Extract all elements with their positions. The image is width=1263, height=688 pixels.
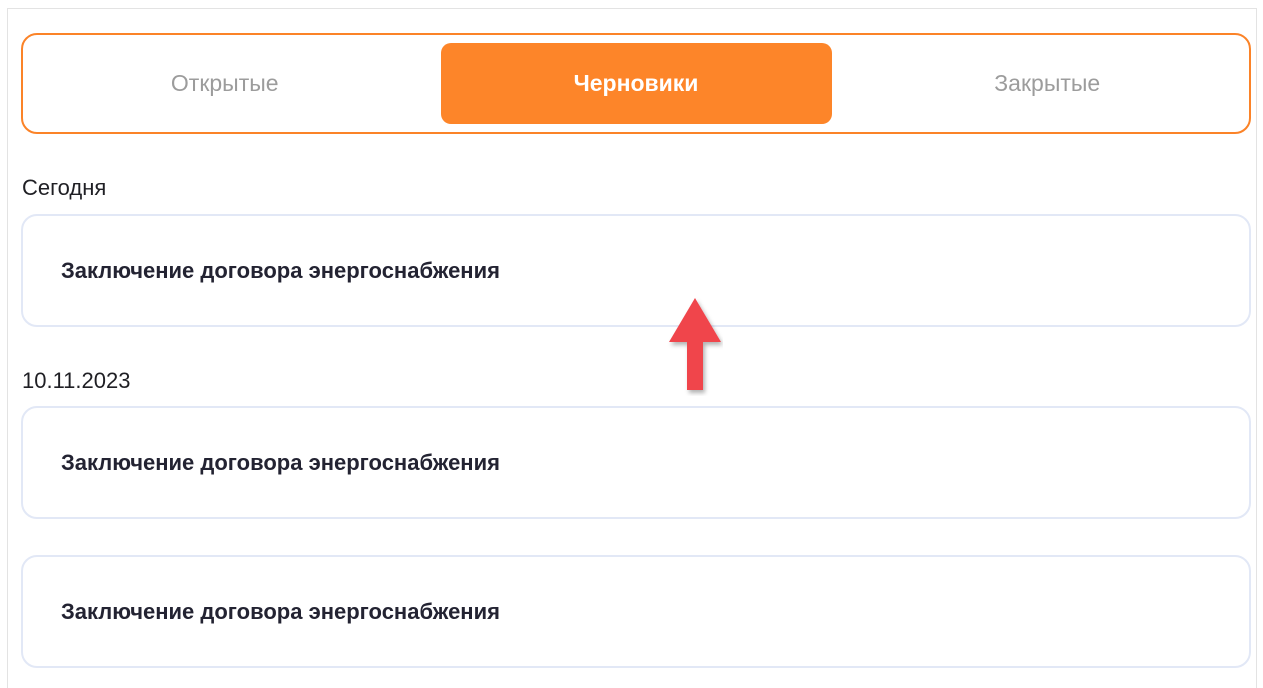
date-group-label-today: Сегодня <box>22 175 107 200</box>
draft-card-title: Заключение договора энергоснабжения <box>61 449 500 475</box>
draft-card[interactable]: Заключение договора энергоснабжения <box>21 406 1251 519</box>
status-tabs: Открытые Черновики Закрытые <box>21 33 1251 134</box>
draft-card-title: Заключение договора энергоснабжения <box>61 257 500 283</box>
tab-drafts[interactable]: Черновики <box>440 43 832 124</box>
draft-card-title: Заключение договора энергоснабжения <box>61 598 500 624</box>
tab-open[interactable]: Открытые <box>31 43 419 124</box>
red-up-arrow-icon <box>669 298 721 390</box>
tab-closed[interactable]: Закрытые <box>854 43 1242 124</box>
draft-card[interactable]: Заключение договора энергоснабжения <box>21 214 1251 327</box>
draft-card[interactable]: Заключение договора энергоснабжения <box>21 555 1251 668</box>
date-group-label: 10.11.2023 <box>22 368 131 393</box>
